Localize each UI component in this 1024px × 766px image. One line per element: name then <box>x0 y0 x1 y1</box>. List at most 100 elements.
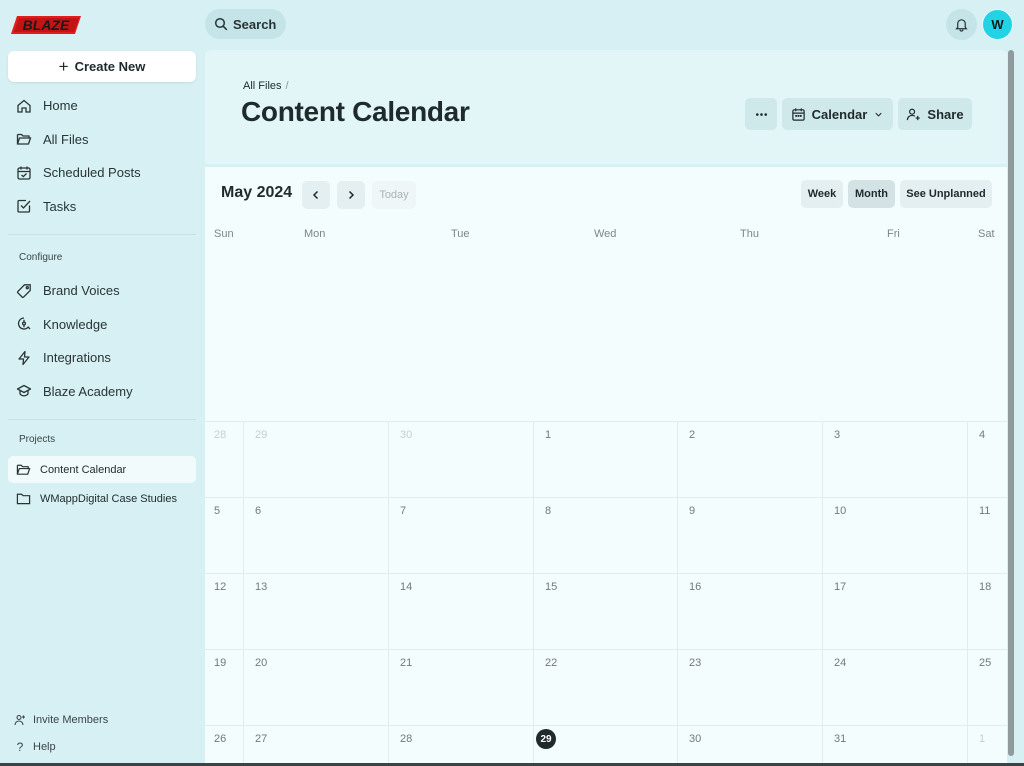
calendar-day-cell[interactable]: 2 <box>677 421 822 497</box>
sidebar-item-label: Brand Voices <box>43 283 120 299</box>
prev-month-button[interactable] <box>302 181 330 209</box>
sidebar-item-tasks[interactable]: Tasks <box>8 190 196 224</box>
day-number: 28 <box>400 733 413 745</box>
calendar-day-cell[interactable]: 30 <box>677 725 822 766</box>
calendar-day-cell[interactable]: 10 <box>822 497 967 573</box>
blaze-logo[interactable]: BLAZE <box>11 14 81 36</box>
calendar-day-cell[interactable]: 29 <box>243 421 388 497</box>
calendar-day-cell[interactable]: 17 <box>822 573 967 649</box>
today-day-number: 29 <box>536 729 556 749</box>
calendar-day-cell[interactable]: 27 <box>243 725 388 766</box>
sidebar-item-scheduled-posts[interactable]: Scheduled Posts <box>8 156 196 190</box>
calendar-day-cell[interactable]: 8 <box>533 497 677 573</box>
help-label: Help <box>33 741 56 753</box>
configure-nav: Brand Voices Knowledge Integrations Blaz… <box>8 274 196 408</box>
project-item-wmappdigital-case-studies[interactable]: WMappDigital Case Studies <box>8 485 196 512</box>
day-number: 27 <box>255 733 268 745</box>
projects-nav: Content Calendar WMappDigital Case Studi… <box>8 456 196 512</box>
search-label: Search <box>233 16 277 32</box>
calendar-day-cell[interactable]: 3 <box>822 421 967 497</box>
help-link[interactable]: ? Help <box>14 740 56 754</box>
sidebar-item-knowledge[interactable]: Knowledge <box>8 308 196 342</box>
folder-open-icon <box>16 464 31 475</box>
calendar-day-cell[interactable]: 1 <box>533 421 677 497</box>
calendar-day-cell[interactable]: 5 <box>205 497 243 573</box>
day-number: 17 <box>834 581 847 593</box>
see-unplanned-button[interactable]: See Unplanned <box>900 180 992 208</box>
day-number: 28 <box>214 429 227 441</box>
chevron-left-icon <box>312 190 319 200</box>
calendar-day-cell[interactable]: 22 <box>533 649 677 725</box>
weekday-label: Sat <box>978 228 995 240</box>
graduation-cap-icon <box>16 385 32 397</box>
calendar-day-cell[interactable]: 15 <box>533 573 677 649</box>
calendar-check-icon <box>17 166 31 180</box>
calendar-day-cell[interactable]: 24 <box>822 649 967 725</box>
week-view-button[interactable]: Week <box>801 180 843 208</box>
calendar-day-cell[interactable]: 13 <box>243 573 388 649</box>
more-horizontal-icon <box>755 112 767 116</box>
breadcrumb-all-files[interactable]: All Files <box>243 80 282 92</box>
calendar-day-cell[interactable]: 31 <box>822 725 967 766</box>
search-button[interactable]: Search <box>205 9 286 39</box>
calendar-day-cell[interactable]: 28 <box>388 725 533 766</box>
user-avatar[interactable]: W <box>982 9 1013 40</box>
more-options-button[interactable] <box>745 98 777 130</box>
plus-icon: + <box>58 57 69 76</box>
calendar-day-cell[interactable]: 29 <box>533 725 677 766</box>
view-select-label: Calendar <box>811 106 868 122</box>
calendar-day-cell[interactable]: 9 <box>677 497 822 573</box>
calendar-day-cell[interactable]: 12 <box>205 573 243 649</box>
day-number: 1 <box>979 733 986 745</box>
month-view-button[interactable]: Month <box>848 180 895 208</box>
calendar-day-cell[interactable]: 4 <box>967 421 1007 497</box>
calendar-day-cell[interactable]: 11 <box>967 497 1007 573</box>
user-plus-icon <box>14 714 25 726</box>
sidebar-item-brand-voices[interactable]: Brand Voices <box>8 274 196 308</box>
month-grid: 28 29 30 1 2 3 4 5 6 7 8 9 10 11 12 13 14 15 16 17 18 19 20 21 2… <box>205 421 1007 766</box>
day-number: 15 <box>545 581 558 593</box>
sidebar-item-home[interactable]: Home <box>8 89 196 123</box>
calendar-day-cell[interactable]: 30 <box>388 421 533 497</box>
today-button[interactable]: Today <box>372 181 416 209</box>
project-item-content-calendar[interactable]: Content Calendar <box>8 456 196 483</box>
calendar-day-cell[interactable]: 21 <box>388 649 533 725</box>
calendar-day-cell[interactable]: 6 <box>243 497 388 573</box>
scrollbar-thumb[interactable] <box>1008 50 1014 756</box>
sidebar-item-integrations[interactable]: Integrations <box>8 341 196 375</box>
view-select-dropdown[interactable]: Calendar <box>782 98 893 130</box>
sidebar-item-label: Tasks <box>43 198 77 214</box>
next-month-button[interactable] <box>337 181 365 209</box>
breadcrumb: All Files / <box>243 80 289 92</box>
sidebar-item-all-files[interactable]: All Files <box>8 123 196 157</box>
calendar-day-cell[interactable]: 18 <box>967 573 1007 649</box>
calendar-day-cell[interactable]: 28 <box>205 421 243 497</box>
breadcrumb-separator: / <box>285 80 289 92</box>
calendar-day-cell[interactable]: 26 <box>205 725 243 766</box>
calendar-day-cell[interactable]: 16 <box>677 573 822 649</box>
calendar-day-cell[interactable]: 14 <box>388 573 533 649</box>
day-number: 4 <box>979 429 986 441</box>
day-number: 18 <box>979 581 992 593</box>
sidebar-item-label: All Files <box>43 131 89 147</box>
notifications-button[interactable] <box>946 9 977 40</box>
day-number: 16 <box>689 581 702 593</box>
day-number: 3 <box>834 429 841 441</box>
share-button[interactable]: Share <box>898 98 972 130</box>
sidebar-item-blaze-academy[interactable]: Blaze Academy <box>8 375 196 409</box>
calendar-day-cell[interactable]: 23 <box>677 649 822 725</box>
day-number: 13 <box>255 581 268 593</box>
calendar-day-cell[interactable]: 25 <box>967 649 1007 725</box>
calendar-day-cell[interactable]: 19 <box>205 649 243 725</box>
app-window: BLAZE + Create New Home All Files Schedu… <box>0 0 1024 766</box>
calendar-day-cell[interactable]: 20 <box>243 649 388 725</box>
day-number: 30 <box>689 733 702 745</box>
calendar-day-cell[interactable]: 1 <box>967 725 1007 766</box>
day-number: 6 <box>255 505 262 517</box>
day-number: 29 <box>255 429 268 441</box>
day-number: 2 <box>689 429 696 441</box>
create-new-button[interactable]: + Create New <box>8 51 196 82</box>
invite-members-link[interactable]: Invite Members <box>14 714 108 726</box>
share-label: Share <box>927 106 964 122</box>
calendar-day-cell[interactable]: 7 <box>388 497 533 573</box>
